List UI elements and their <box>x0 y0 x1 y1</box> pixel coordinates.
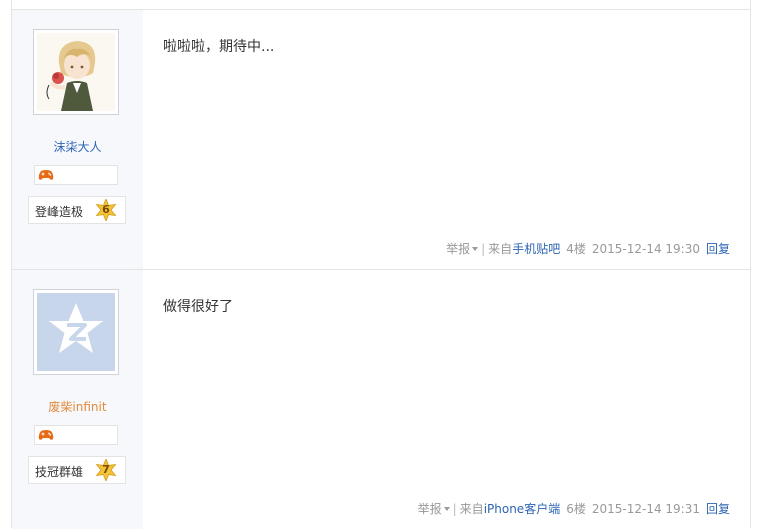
author-sidebar: 沫柒大人 登峰造极 6 <box>12 10 143 269</box>
post-meta: 举报 | 来自iPhone客户端 6楼 2015-12-14 19:31 回复 <box>418 500 730 517</box>
level-badge[interactable]: 登峰造极 6 <box>28 196 126 224</box>
post-time: 2015-12-14 19:31 <box>591 501 700 516</box>
divider: | <box>452 501 457 516</box>
avatar[interactable] <box>33 29 119 115</box>
chevron-down-icon <box>472 246 479 251</box>
level-number: 7 <box>102 463 110 476</box>
level-title: 登峰造极 <box>35 205 84 219</box>
reply-button[interactable]: 回复 <box>706 242 730 256</box>
from-prefix: 来自 <box>459 502 484 516</box>
post-content: 啦啦啦，期待中... <box>163 39 275 55</box>
author-sidebar: 废柴infinit 技冠群雄 7 <box>12 270 143 529</box>
source-link[interactable]: 手机贴吧 <box>512 242 560 256</box>
icon-badge[interactable] <box>34 425 118 445</box>
from-prefix: 来自 <box>488 242 513 256</box>
username-link[interactable]: 废柴infinit <box>12 398 143 415</box>
post-meta: 举报 | 来自手机贴吧 4楼 2015-12-14 19:30 回复 <box>446 240 730 257</box>
thread-list: 沫柒大人 登峰造极 6 啦啦啦，期待中... 举报 | 来自手机贴吧 4楼 20… <box>11 0 751 529</box>
reply-button[interactable]: 回复 <box>706 502 730 516</box>
level-star-icon: 6 <box>95 197 117 223</box>
floor-number: 4楼 <box>566 242 586 256</box>
icon-badge[interactable] <box>34 165 118 185</box>
page: 沫柒大人 登峰造极 6 啦啦啦，期待中... 举报 | 来自手机贴吧 4楼 20… <box>0 0 758 529</box>
post-content: 做得很好了 <box>163 299 233 315</box>
game-controller-icon <box>38 170 54 180</box>
level-badge[interactable]: 技冠群雄 7 <box>28 456 126 484</box>
post-6: 废柴infinit 技冠群雄 7 做得很好了 举报 | 来自iPhone客户端 … <box>12 269 750 529</box>
level-number: 6 <box>102 203 110 216</box>
floor-number: 6楼 <box>566 502 586 516</box>
anime-boy-avatar-icon <box>37 33 115 111</box>
report-button[interactable]: 举报 <box>418 501 450 516</box>
chevron-down-icon <box>443 506 450 511</box>
avatar[interactable] <box>33 289 119 375</box>
report-button[interactable]: 举报 <box>446 241 479 256</box>
default-qq-avatar-icon <box>37 293 115 371</box>
game-controller-icon <box>38 430 54 440</box>
divider: | <box>481 241 486 256</box>
level-title: 技冠群雄 <box>35 465 84 479</box>
post-time: 2015-12-14 19:30 <box>591 241 700 256</box>
source-link[interactable]: iPhone客户端 <box>484 502 561 516</box>
username-link[interactable]: 沫柒大人 <box>12 138 143 155</box>
level-star-icon: 7 <box>95 457 117 483</box>
post-4: 沫柒大人 登峰造极 6 啦啦啦，期待中... 举报 | 来自手机贴吧 4楼 20… <box>12 9 750 269</box>
